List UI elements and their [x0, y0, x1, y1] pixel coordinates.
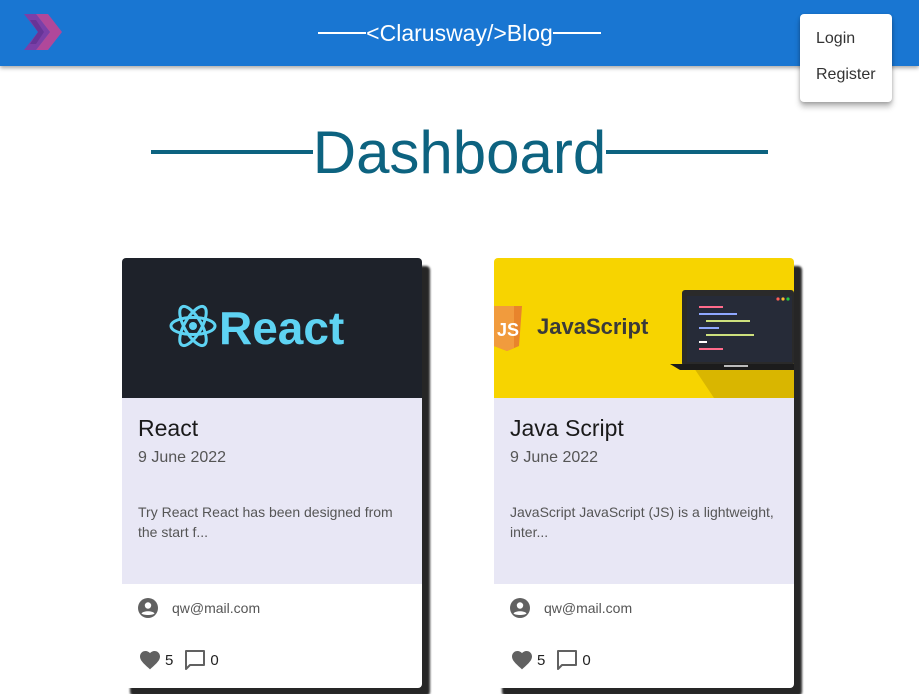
heart-icon[interactable] — [510, 648, 534, 672]
brand-title[interactable]: <Clarusway/>Blog — [0, 0, 919, 66]
menu-item-login[interactable]: Login — [800, 21, 892, 57]
js-badge-text: JS — [497, 320, 519, 340]
js-shield-icon: JS — [494, 306, 522, 351]
card-content[interactable]: Java Script 9 June 2022 JavaScript JavaS… — [494, 398, 794, 584]
heart-icon[interactable] — [138, 648, 162, 672]
heading-left-line — [150, 150, 313, 154]
comment-count: 0 — [210, 651, 219, 669]
menu-item-register[interactable]: Register — [800, 57, 892, 93]
author-email: qw@mail.com — [544, 600, 633, 616]
card-actions: 5 0 — [138, 648, 229, 672]
app-bar: <Clarusway/>Blog — [0, 0, 919, 66]
page-title: Dashboard — [312, 118, 607, 186]
comment-icon[interactable] — [183, 648, 207, 672]
heading-right-line — [606, 150, 769, 154]
brand-text: <Clarusway/>Blog — [366, 19, 553, 46]
card-title: React — [138, 415, 199, 441]
react-card-image: React — [122, 258, 422, 398]
card-date: 9 June 2022 — [510, 449, 599, 466]
account-circle-icon — [138, 598, 158, 618]
author-email: qw@mail.com — [172, 600, 261, 616]
card-actions: 5 0 — [510, 648, 601, 672]
like-count: 5 — [537, 651, 546, 669]
javascript-card-image: JS JavaScript — [494, 258, 794, 398]
card-date: 9 June 2022 — [138, 449, 227, 466]
dashboard-heading: Dashboard — [0, 110, 919, 194]
laptop-icon — [670, 290, 794, 370]
react-logo-text: React — [219, 302, 344, 354]
card-author: qw@mail.com — [136, 596, 260, 620]
brand-right-line — [552, 32, 601, 34]
card-title: Java Script — [510, 415, 624, 441]
comment-count: 0 — [582, 651, 591, 669]
javascript-logo-text: JavaScript — [537, 314, 649, 339]
account-circle-icon — [510, 598, 530, 618]
blog-card-react[interactable]: React React 9 June 2022 Try React React … — [122, 258, 422, 688]
card-excerpt: JavaScript JavaScript (JS) is a lightwei… — [510, 504, 774, 540]
card-content[interactable]: React 9 June 2022 Try React React has be… — [122, 398, 422, 584]
account-menu: Login Register — [800, 14, 892, 102]
comment-icon[interactable] — [555, 648, 579, 672]
brand-left-line — [318, 32, 367, 34]
card-author: qw@mail.com — [508, 596, 632, 620]
blog-card-javascript[interactable]: JS JavaScript Java Script 9 June 2022 Ja… — [494, 258, 794, 688]
like-count: 5 — [165, 651, 174, 669]
card-excerpt: Try React React has been designed from t… — [138, 504, 393, 540]
